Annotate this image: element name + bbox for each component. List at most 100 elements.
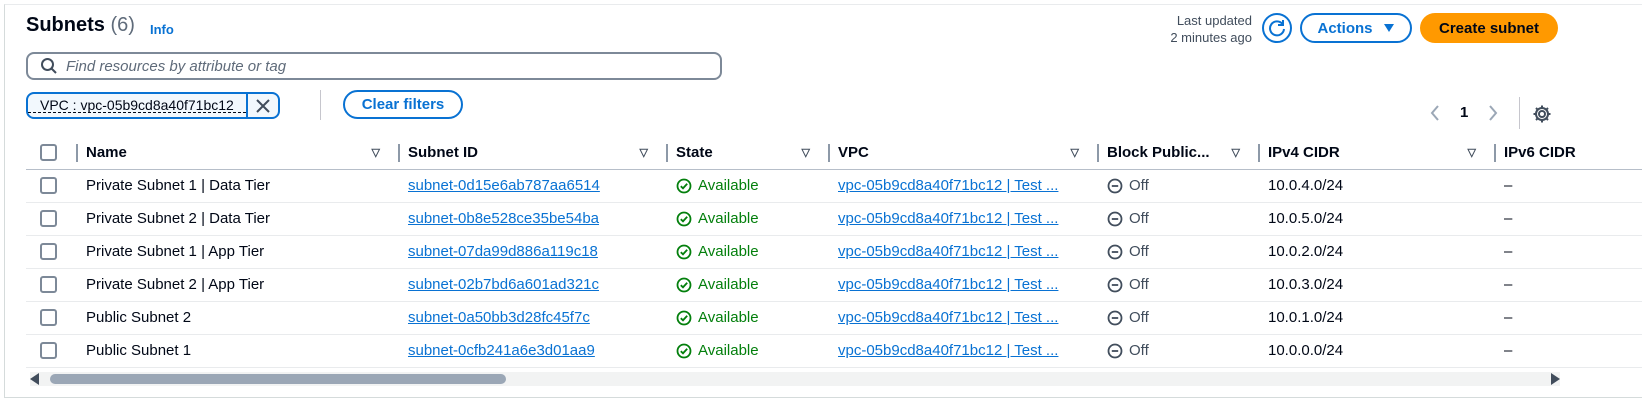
sort-icon[interactable]: ▽ bbox=[1468, 146, 1476, 159]
subnet-id-link[interactable]: subnet-0b8e528ce35be54ba bbox=[408, 210, 599, 227]
actions-button[interactable]: Actions bbox=[1300, 13, 1412, 43]
cell-vpc: vpc-05b9cd8a40f71bc12 | Test ... bbox=[830, 334, 1099, 368]
current-page[interactable]: 1 bbox=[1460, 104, 1468, 121]
gear-icon[interactable] bbox=[1532, 104, 1552, 124]
cell-name: Public Subnet 1 bbox=[78, 334, 400, 368]
column-header-name[interactable]: Name ▽ bbox=[78, 136, 400, 170]
row-checkbox[interactable] bbox=[40, 309, 57, 326]
cell-vpc: vpc-05b9cd8a40f71bc12 | Test ... bbox=[830, 202, 1099, 236]
scroll-thumb[interactable] bbox=[50, 374, 506, 384]
pagination: 1 bbox=[1430, 104, 1498, 121]
status-off-icon bbox=[1107, 211, 1123, 226]
row-checkbox[interactable] bbox=[40, 276, 57, 293]
caret-down-icon bbox=[1383, 24, 1394, 32]
status-off-icon bbox=[1107, 178, 1123, 193]
chevron-right-icon[interactable] bbox=[1488, 104, 1498, 121]
sort-icon[interactable]: ▽ bbox=[1071, 146, 1079, 159]
cell-subnet-id: subnet-0b8e528ce35be54ba bbox=[400, 202, 668, 236]
cell-ipv4: 10.0.1.0/24 bbox=[1260, 301, 1496, 335]
cell-ipv6: – bbox=[1496, 268, 1642, 302]
vpc-link[interactable]: vpc-05b9cd8a40f71bc12 | Test ... bbox=[838, 276, 1058, 293]
cell-subnet-id: subnet-02b7bd6a601ad321c bbox=[400, 268, 668, 302]
select-all-header bbox=[26, 136, 78, 170]
filter-token-label[interactable]: VPC : vpc-05b9cd8a40f71bc12 bbox=[28, 97, 246, 113]
sort-icon[interactable]: ▽ bbox=[372, 146, 380, 159]
create-subnet-button[interactable]: Create subnet bbox=[1420, 13, 1558, 43]
last-updated-label: Last updated bbox=[1176, 13, 1252, 28]
subnet-id-link[interactable]: subnet-0cfb241a6e3d01aa9 bbox=[408, 342, 595, 359]
state-badge: Available bbox=[676, 177, 830, 194]
column-header-block-public[interactable]: Block Public... ▽ bbox=[1099, 136, 1260, 170]
table-row[interactable]: Public Subnet 1 subnet-0cfb241a6e3d01aa9 A… bbox=[26, 334, 1642, 368]
row-checkbox-cell bbox=[26, 301, 78, 335]
cell-state: Available bbox=[668, 169, 830, 203]
row-checkbox-cell bbox=[26, 235, 78, 269]
horizontal-scrollbar[interactable] bbox=[30, 372, 1560, 386]
row-checkbox[interactable] bbox=[40, 210, 57, 227]
vpc-link[interactable]: vpc-05b9cd8a40f71bc12 | Test ... bbox=[838, 210, 1058, 227]
block-public-status: Off bbox=[1107, 243, 1260, 260]
state-badge: Available bbox=[676, 243, 830, 260]
row-checkbox[interactable] bbox=[40, 243, 57, 260]
subnet-id-link[interactable]: subnet-0a50bb3d28fc45f7c bbox=[408, 309, 590, 326]
vpc-link[interactable]: vpc-05b9cd8a40f71bc12 | Test ... bbox=[838, 309, 1058, 326]
search-input[interactable] bbox=[66, 57, 686, 75]
row-checkbox-cell bbox=[26, 169, 78, 203]
block-public-status: Off bbox=[1107, 177, 1260, 194]
block-public-status: Off bbox=[1107, 276, 1260, 293]
subnet-id-link[interactable]: subnet-02b7bd6a601ad321c bbox=[408, 276, 599, 293]
status-check-icon bbox=[676, 244, 692, 259]
row-checkbox-cell bbox=[26, 334, 78, 368]
table-row[interactable]: Public Subnet 2 subnet-0a50bb3d28fc45f7c A… bbox=[26, 301, 1642, 335]
vpc-link[interactable]: vpc-05b9cd8a40f71bc12 | Test ... bbox=[838, 243, 1058, 260]
row-checkbox-cell bbox=[26, 202, 78, 236]
status-off-icon bbox=[1107, 310, 1123, 325]
column-header-ipv6[interactable]: IPv6 CIDR bbox=[1496, 136, 1642, 170]
sort-icon[interactable]: ▽ bbox=[802, 146, 810, 159]
filter-divider bbox=[320, 90, 321, 120]
chevron-left-icon[interactable] bbox=[1430, 104, 1440, 121]
status-check-icon bbox=[676, 211, 692, 226]
table-row[interactable]: Private Subnet 2 | App Tier subnet-02b7bd… bbox=[26, 268, 1642, 302]
table-row[interactable]: Private Subnet 2 | Data Tier subnet-0b8e5… bbox=[26, 202, 1642, 236]
last-updated: Last updated 2 minutes ago bbox=[1170, 12, 1252, 46]
cell-ipv6: – bbox=[1496, 235, 1642, 269]
table-header-row: Name ▽ Subnet ID ▽ State ▽ VPC ▽ Block Publi… bbox=[26, 136, 1642, 170]
status-check-icon bbox=[676, 178, 692, 193]
subnet-id-link[interactable]: subnet-0d15e6ab787aa6514 bbox=[408, 177, 600, 194]
cell-vpc: vpc-05b9cd8a40f71bc12 | Test ... bbox=[830, 235, 1099, 269]
table-row[interactable]: Private Subnet 1 | App Tier subnet-07da99… bbox=[26, 235, 1642, 269]
scroll-left-icon[interactable] bbox=[30, 373, 39, 385]
cell-subnet-id: subnet-07da99d886a119c18 bbox=[400, 235, 668, 269]
cell-block-public: Off bbox=[1099, 235, 1260, 269]
cell-block-public: Off bbox=[1099, 169, 1260, 203]
search-bar[interactable] bbox=[26, 52, 722, 80]
cell-state: Available bbox=[668, 301, 830, 335]
refresh-button[interactable] bbox=[1262, 13, 1292, 43]
vpc-link[interactable]: vpc-05b9cd8a40f71bc12 | Test ... bbox=[838, 342, 1058, 359]
select-all-checkbox[interactable] bbox=[40, 143, 57, 161]
row-checkbox[interactable] bbox=[40, 177, 57, 194]
cell-name: Private Subnet 1 | App Tier bbox=[78, 235, 400, 269]
table-row[interactable]: Private Subnet 1 | Data Tier subnet-0d15e… bbox=[26, 169, 1642, 203]
cell-ipv4: 10.0.5.0/24 bbox=[1260, 202, 1496, 236]
vpc-link[interactable]: vpc-05b9cd8a40f71bc12 | Test ... bbox=[838, 177, 1058, 194]
block-public-status: Off bbox=[1107, 342, 1260, 359]
sort-icon[interactable]: ▽ bbox=[640, 146, 648, 159]
state-badge: Available bbox=[676, 342, 830, 359]
column-header-vpc[interactable]: VPC ▽ bbox=[830, 136, 1099, 170]
scroll-right-icon[interactable] bbox=[1551, 373, 1560, 385]
cell-vpc: vpc-05b9cd8a40f71bc12 | Test ... bbox=[830, 268, 1099, 302]
column-header-ipv4[interactable]: IPv4 CIDR ▽ bbox=[1260, 136, 1496, 170]
cell-block-public: Off bbox=[1099, 202, 1260, 236]
info-link[interactable]: Info bbox=[150, 22, 174, 37]
column-header-state[interactable]: State ▽ bbox=[668, 136, 830, 170]
clear-filters-button[interactable]: Clear filters bbox=[343, 90, 463, 119]
remove-filter-button[interactable] bbox=[248, 94, 278, 117]
sort-icon[interactable]: ▽ bbox=[1232, 146, 1240, 159]
cell-ipv6: – bbox=[1496, 334, 1642, 368]
subnet-id-link[interactable]: subnet-07da99d886a119c18 bbox=[408, 243, 598, 260]
filter-token[interactable]: VPC : vpc-05b9cd8a40f71bc12 bbox=[26, 92, 280, 119]
column-header-subnet-id[interactable]: Subnet ID ▽ bbox=[400, 136, 668, 170]
row-checkbox[interactable] bbox=[40, 342, 57, 359]
